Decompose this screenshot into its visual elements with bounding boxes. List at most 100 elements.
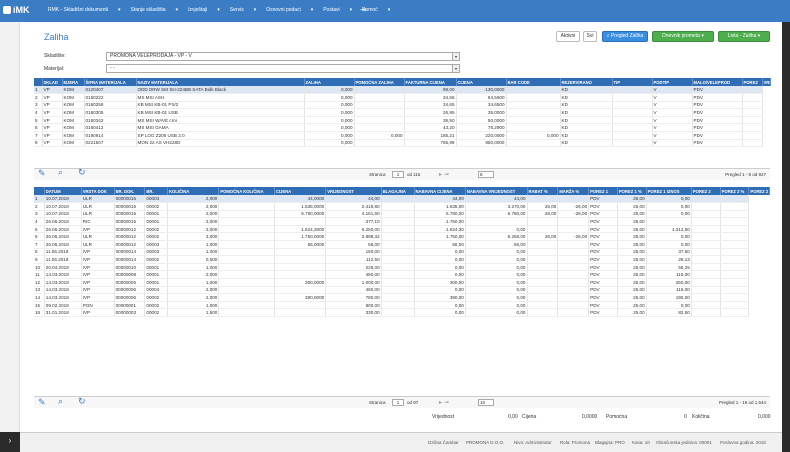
exit-icon[interactable]: ⇥ [360, 6, 366, 14]
column-header[interactable]: KOLIČINA [167, 187, 220, 195]
table-cell: 44,0000 [274, 195, 327, 204]
column-header[interactable]: RABAT % [527, 187, 559, 195]
column-header[interactable]: VRSTA DOK [81, 187, 115, 195]
table-row[interactable]: 5 26.06.2018 IVP 00000012 00002 3,000 1.624,30… [34, 225, 770, 234]
column-header[interactable]: MALO/VELEPROD [692, 78, 743, 86]
column-header[interactable]: NABAVNA CIJENA [414, 187, 466, 195]
sidebar-toggle-icon[interactable]: › [0, 432, 20, 452]
table-cell: 0,000 [304, 108, 355, 117]
table-row[interactable]: 14 14.03.2018 IVP 00000006 00002 2,000 390,000… [34, 293, 770, 302]
page-input[interactable]: 1 [392, 399, 404, 406]
menu-item[interactable]: Stanje skladišta [131, 7, 166, 13]
table-row[interactable]: 10 20.04.2018 IVP 00000010 00001 1,000 225,00 0… [34, 263, 770, 272]
table-cell: V [652, 116, 693, 125]
dnevnik-prometa-button[interactable]: Dnevnik prometa ▾ [652, 31, 714, 42]
column-header[interactable]: ŠIFRA MATERIJALA [84, 78, 137, 86]
app-logo[interactable]: iMK [3, 5, 30, 15]
table-row[interactable]: 2 VP KOM 0160222 MS MSI ASH 0,000 34,56 64,5600… [34, 93, 770, 102]
table-cell [274, 286, 327, 295]
column-header[interactable]: CIJENA [274, 187, 327, 195]
table-row[interactable]: 3 10.07.2018 ULR 00000015 00001 2,000 5.780,00… [34, 210, 770, 219]
table-row[interactable]: 7 VP KOM 0190914 SP LOG Z205 USB 2.0 0,000 0,0… [34, 131, 770, 140]
table-row[interactable]: 6 26.06.2018 ULR 00000012 00002 3,000 1.750,00… [34, 232, 770, 242]
page-input[interactable]: 1 [392, 171, 404, 178]
active-button[interactable]: Aktivni [556, 31, 580, 42]
search-icon[interactable]: ⌕ [58, 167, 63, 178]
all-button[interactable]: Svi [583, 31, 597, 42]
column-header[interactable]: POREZ 2 [691, 187, 721, 195]
table-cell: 00001 [144, 217, 168, 226]
table-row[interactable]: 6 VP KOM 0160412 MS MSI GAMA 0,000 43,20 76,290… [34, 123, 770, 133]
table-cell: KD [560, 108, 613, 117]
table-row[interactable]: 1 VP KOM 0120407 ODD DRW SM SH-224BB SATA Bu… [34, 86, 770, 95]
table-row[interactable]: 4 26.06.2018 RIC 00000015 00001 3,000 377,10 1.… [34, 217, 770, 226]
column-header[interactable]: BLAGAJNA [381, 187, 415, 195]
table-row[interactable]: 11 14.03.2018 IVP 00000008 00001 2,000 460,00 0… [34, 270, 770, 280]
column-header[interactable]: PODTIP [652, 78, 693, 86]
refresh-icon[interactable]: ↻ [78, 167, 86, 178]
edit-icon[interactable]: ✎ [38, 397, 46, 408]
column-header[interactable]: POMOĆNA ZALIHA [354, 78, 405, 86]
column-header[interactable]: CIJENA [456, 78, 507, 86]
page-size-select[interactable]: 8 [478, 171, 494, 178]
column-header[interactable]: NABAVNA VRIJEDNOST [465, 187, 528, 195]
table-row[interactable]: 3 VP KOM 0160258 KB MSI KB-01 PS/2 0,000 34,65… [34, 101, 770, 110]
column-header[interactable]: BR. [144, 187, 168, 195]
column-header[interactable]: MARŽA % [557, 187, 590, 195]
menu-item[interactable]: Osnovni podaci [266, 7, 300, 13]
column-header[interactable]: POMOĆNA KOLIČINA [218, 187, 275, 195]
column-header[interactable]: BR. DOK. [114, 187, 146, 195]
column-header[interactable]: DATUM [44, 187, 82, 195]
column-header[interactable]: TIP [612, 78, 653, 86]
column-header[interactable]: VRIJEDNOST [325, 187, 382, 195]
table-cell: 00003 [144, 240, 168, 249]
pregled-zaliha-button[interactable]: ⌕ Pregled Zaliha [602, 31, 648, 42]
table-row[interactable]: 4 VP KOM 0160305 KB MSI KB-01 USB 0,000 26,95 3… [34, 108, 770, 117]
menu-item[interactable]: Servis [230, 7, 244, 13]
column-header[interactable]: VREDN [762, 78, 771, 86]
table-row[interactable]: 1 10.07.2018 ULR 00000015 00003 2,000 44,0000 4… [34, 195, 770, 204]
column-header[interactable]: POREZ 1 [588, 187, 618, 195]
next-page-icon[interactable]: ▸ ⇥ [439, 399, 449, 406]
column-header[interactable]: NAZIV MATERIJALA [136, 78, 305, 86]
table-row[interactable]: 16 31.01.2018 IVP 00000003 00002 1,500 330,00 0… [34, 308, 770, 317]
table-row[interactable]: 5 VP KOM 0160342 MS MSI WAVE crni 0,000 38,50 5… [34, 116, 770, 125]
search-icon[interactable]: ⌕ [58, 396, 63, 407]
table-row[interactable]: 12 14.03.2018 IVP 00000005 00001 1,000 300,000… [34, 278, 770, 287]
table-cell: 150,00 [325, 248, 382, 257]
table-cell [691, 255, 721, 264]
edit-icon[interactable]: ✎ [38, 168, 46, 179]
table-row[interactable]: 9 11.06.2018 IVP 00000014 00002 0,500 112,50 0,… [34, 255, 770, 264]
column-header[interactable]: POREZ 1 % [617, 187, 647, 195]
table-row[interactable]: 2 10.07.2018 ULR 00000015 00002 2,000 1.635,00… [34, 202, 770, 211]
column-header[interactable]: POREZ 2 % [720, 187, 750, 195]
table-cell: ULR [81, 210, 115, 219]
column-header[interactable]: REZERVIRANO [560, 78, 613, 86]
column-header[interactable]: FAKTURNA CIJENA [404, 78, 457, 86]
column-header[interactable]: POREZ [742, 78, 763, 86]
menu-item[interactable]: Izvještaji [188, 7, 207, 13]
column-header[interactable]: POREZ 1 IZNOS [646, 187, 692, 195]
column-header[interactable]: MJERA [62, 78, 85, 86]
table-row[interactable]: 13 14.03.2018 IVP 00000006 00004 2,000 460,00 0… [34, 286, 770, 295]
menu-item[interactable]: Postavi [323, 7, 339, 13]
table-cell: KOM [62, 131, 85, 140]
column-header[interactable]: BAR CODE [506, 78, 561, 86]
table-row[interactable]: 7 26.06.2018 ULR 00000012 00003 1,000 56,0000 5… [34, 240, 770, 249]
menu-item[interactable]: RMK - Skladišni dokumenti [48, 7, 108, 13]
page-size-select[interactable]: 16 [478, 399, 494, 406]
materijal-select[interactable]: - - ▾ [106, 64, 460, 73]
next-page-icon[interactable]: ▸ ⇥ [439, 171, 449, 178]
lista-zaliha-button[interactable]: Lista - Zaliha ▾ [718, 31, 770, 42]
table-cell: 0,000 [304, 116, 355, 125]
skladiste-select[interactable]: PROMONA VELEPRODAJA - VP - V ▾ [106, 52, 460, 61]
table-cell [612, 116, 653, 125]
table-cell: PDV [588, 210, 618, 219]
refresh-icon[interactable]: ↻ [78, 396, 86, 407]
column-header[interactable]: ZALIHA [304, 78, 355, 86]
table-row[interactable]: 8 11.06.2018 IVP 00000014 00003 1,000 150,00 0,… [34, 248, 770, 257]
table-row[interactable]: 15 09.02.2018 PON 00000001 00002 1,000 800,00 0… [34, 301, 770, 310]
column-header[interactable]: POREZ 2 [748, 187, 770, 195]
column-header[interactable]: SKLAD [42, 78, 63, 86]
table-row[interactable]: 8 VP KOM 0221507 MON 22 AS VH228D 0,000 755,99… [34, 139, 770, 148]
